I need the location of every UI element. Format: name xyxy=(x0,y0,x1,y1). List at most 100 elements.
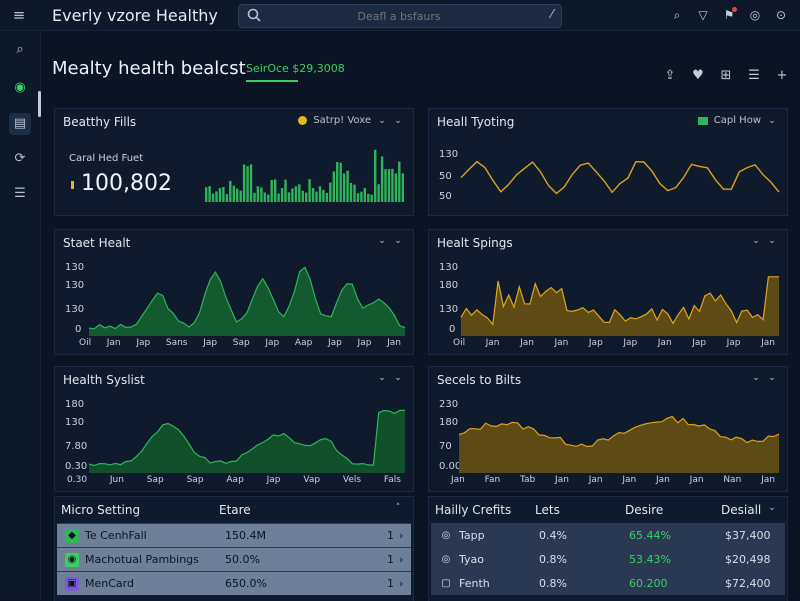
y-tick: 130 xyxy=(439,149,459,160)
sparkline-bar xyxy=(256,186,260,202)
sidebar-dashboard-icon[interactable]: ◉ xyxy=(9,77,31,99)
page-badge[interactable]: SeirOce $29,3008 xyxy=(246,62,345,75)
y-tick: 0 xyxy=(75,324,82,335)
column-header[interactable]: Desiall xyxy=(721,503,761,517)
notification-dot xyxy=(732,7,737,12)
legend-label[interactable]: Satrp! Voxe xyxy=(313,115,371,126)
y-tick: 0 xyxy=(449,324,456,335)
table-row[interactable]: ◉ Machotual Pambings 50.0% 1 › xyxy=(57,547,411,571)
microphone-icon[interactable]: ⁄ xyxy=(551,7,553,21)
x-tick: Sap xyxy=(232,338,250,348)
x-tick: Jan xyxy=(689,475,704,485)
favorite-icon[interactable]: ♥ xyxy=(690,68,706,84)
sparkline-bar xyxy=(349,182,353,202)
notifications-icon[interactable]: ⚑ xyxy=(720,6,738,24)
sidebar: ⌕ ◉ ▤ ⟳ ☰ xyxy=(0,31,41,600)
share-icon[interactable]: ⇪ xyxy=(662,68,678,84)
row-name: Tapp xyxy=(459,529,485,542)
table-row[interactable]: ◎ Tyao 0.8% 53.43% $20,498 xyxy=(431,547,785,571)
row-pct: 0.8% xyxy=(539,577,567,590)
table-row[interactable]: ◆ Te CenhFall 150.4M 1 › xyxy=(57,523,411,547)
user-icon[interactable]: ⊙ xyxy=(772,6,790,24)
x-tick: Sap xyxy=(146,475,164,485)
chevron-down-icon[interactable]: ⌄ xyxy=(767,116,777,126)
column-header[interactable]: Etare xyxy=(219,503,251,517)
add-icon[interactable]: + xyxy=(774,68,790,84)
x-tick: Jan xyxy=(555,475,569,485)
hamburger-menu-icon[interactable]: ≡ xyxy=(10,6,28,24)
x-tick: Jap xyxy=(726,338,741,348)
sparkline-bar xyxy=(242,164,246,202)
chevron-down-icon[interactable]: ⌄ xyxy=(393,373,403,383)
chevron-down-icon[interactable]: ⌄ xyxy=(377,373,387,383)
chevron-down-icon[interactable]: ⌄ xyxy=(393,116,403,126)
x-tick: Aap xyxy=(226,475,244,485)
chevron-down-icon[interactable]: ⌄ xyxy=(377,116,387,126)
chevron-down-icon[interactable]: ⌄ xyxy=(751,373,761,383)
chevron-down-icon[interactable]: ⌄ xyxy=(377,236,387,246)
x-tick: Nan xyxy=(723,475,742,485)
panel-title: Staet Healt xyxy=(63,236,131,250)
table-row[interactable]: ◎ Tapp 0.4% 65.44% $37,400 xyxy=(431,523,785,547)
chevron-up-icon[interactable]: ˄ xyxy=(393,503,403,513)
sparkline-bar xyxy=(342,173,346,202)
search-icon xyxy=(247,8,261,22)
table-row[interactable]: ▣ MenCard 650.0% 1 › xyxy=(57,571,411,595)
sparkline-bar xyxy=(339,162,342,202)
row-name: Te CenhFall xyxy=(85,529,147,542)
x-axis-labels: Oil Jan Jan Jan Jap Jap Jan Jap Jap Jan xyxy=(453,338,775,348)
y-tick: 130 xyxy=(439,262,459,273)
column-header[interactable]: Hailly Crefits xyxy=(435,503,535,517)
sidebar-analytics-icon[interactable]: ⟳ xyxy=(9,148,31,170)
sparkline-bar xyxy=(232,185,235,202)
table-micro-setting: Micro Setting Etare ˄ ◆ Te CenhFall 150.4M… xyxy=(54,496,414,601)
sidebar-search-icon[interactable]: ⌕ xyxy=(9,39,31,61)
sparkline-bar xyxy=(208,186,211,202)
sparkline-bar xyxy=(287,192,291,202)
legend-square xyxy=(697,116,708,125)
sparkline-bar xyxy=(236,188,239,202)
column-header[interactable]: Micro Setting xyxy=(61,503,219,517)
list-icon[interactable]: ☰ xyxy=(746,68,762,84)
x-tick: Jap xyxy=(623,338,638,348)
y-tick: 130 xyxy=(65,262,85,273)
filter-icon[interactable]: ▽ xyxy=(694,6,712,24)
sparkline-bar xyxy=(346,170,349,202)
chevron-down-icon[interactable]: ⌄ xyxy=(751,236,761,246)
chevron-right-icon[interactable]: › xyxy=(399,553,403,566)
sparkline-bar xyxy=(253,192,256,202)
x-tick: Jap xyxy=(265,338,280,348)
chevron-right-icon[interactable]: › xyxy=(399,529,403,542)
search-input[interactable] xyxy=(267,6,531,26)
table-row[interactable]: ▢ Fenth 0.8% 60.200 $72,400 xyxy=(431,571,785,595)
column-header[interactable]: Lets xyxy=(535,503,625,517)
sidebar-list-icon[interactable]: ☰ xyxy=(9,183,31,205)
x-tick: Oil xyxy=(453,338,466,348)
settings-icon[interactable]: ◎ xyxy=(746,6,764,24)
grid-icon[interactable]: ⊞ xyxy=(718,68,734,84)
chevron-down-icon[interactable]: ⌄ xyxy=(767,373,777,383)
legend-label[interactable]: Capl How xyxy=(714,115,761,126)
sparkline-bar xyxy=(239,190,242,202)
top-bar: ≡ Everly vzore Healthy ⁄ ⌕ ▽ ⚑ ◎ ⊙ xyxy=(0,0,800,31)
y-tick: 130 xyxy=(439,304,459,315)
row-icon: ◆ xyxy=(65,528,79,543)
x-tick: Aap xyxy=(294,338,313,348)
sparkline-bar xyxy=(291,188,294,202)
row-icon: ◉ xyxy=(65,552,79,567)
row-pct: 0.4% xyxy=(539,529,567,542)
sparkline-bar xyxy=(280,188,284,202)
column-header[interactable]: Desire xyxy=(625,503,721,517)
search-bar[interactable]: ⁄ xyxy=(238,4,562,28)
legend-dot xyxy=(298,116,308,125)
chevron-down-icon[interactable]: ⌄ xyxy=(767,503,777,513)
sparkline-bar xyxy=(360,191,363,202)
sparkline-bar xyxy=(318,186,322,202)
sidebar-reports-icon[interactable]: ▤ xyxy=(9,113,31,135)
panel-title: Health Syslist xyxy=(63,373,145,387)
chevron-down-icon[interactable]: ⌄ xyxy=(393,236,403,246)
bar-sparkline xyxy=(205,149,404,203)
search-icon[interactable]: ⌕ xyxy=(668,6,686,24)
chevron-down-icon[interactable]: ⌄ xyxy=(767,236,777,246)
chevron-right-icon[interactable]: › xyxy=(399,577,403,590)
